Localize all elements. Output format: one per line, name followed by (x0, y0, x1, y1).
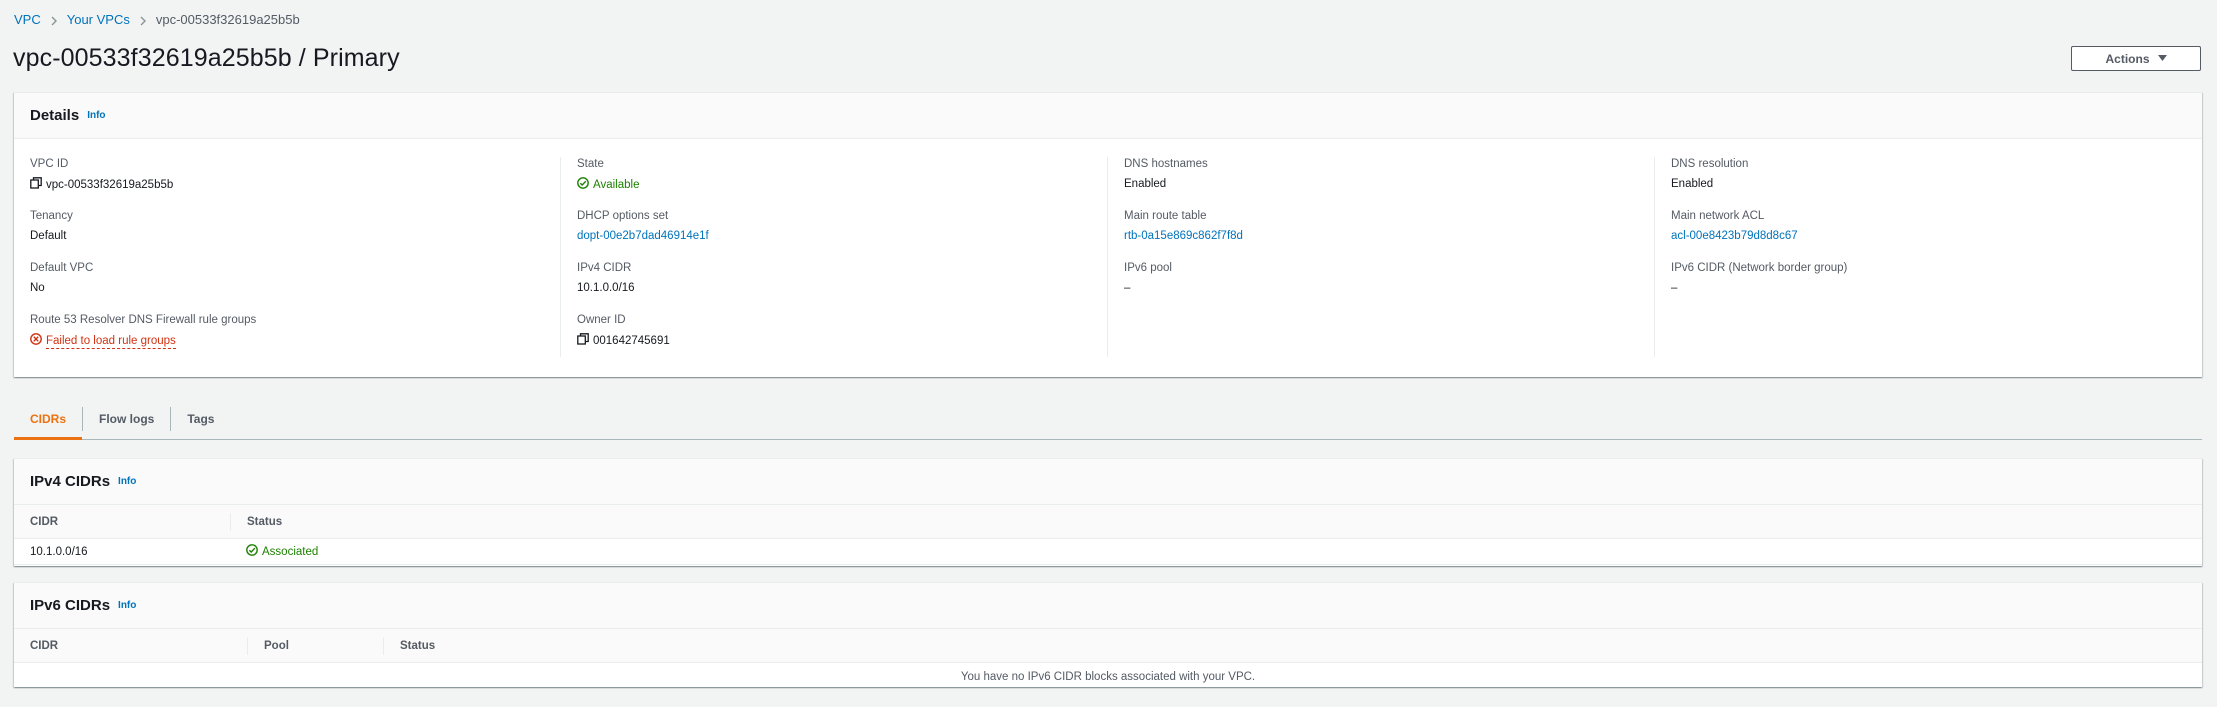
field-label: Tenancy (30, 210, 73, 222)
field-label: DNS resolution (1671, 158, 1749, 170)
status-text: Associated (262, 545, 319, 558)
dns-resolution-field: DNS resolution Enabled (1671, 157, 2202, 209)
owner-id-value: 001642745691 (593, 335, 670, 347)
dhcp-options-link[interactable]: dopt-00e2b7dad46914e1f (577, 229, 709, 243)
ipv6-cidrs-info-link[interactable]: Info (118, 600, 136, 611)
r53-error-text: Failed to load rule groups (46, 334, 176, 349)
tab-tags[interactable]: Tags (171, 399, 230, 439)
dns-hostnames-field: DNS hostnames Enabled (1124, 157, 1654, 209)
dhcp-value-wrap: dopt-00e2b7dad46914e1f (577, 229, 1107, 243)
details-column-4: DNS resolution Enabled Main network ACL … (1655, 157, 2202, 357)
ipv4-cidrs-panel: IPv4 CIDRs Info CIDR Status 10.1.0.0/16 … (14, 458, 2202, 566)
details-header: Details Info (14, 93, 2202, 139)
r53-firewall-value[interactable]: Failed to load rule groups (30, 333, 560, 349)
details-grid: VPC ID vpc-00533f32619a25b5b Tenancy Def… (14, 139, 2202, 357)
details-column-1: VPC ID vpc-00533f32619a25b5b Tenancy Def… (14, 157, 561, 357)
tabs: CIDRs Flow logs Tags (14, 400, 2202, 440)
status-cell: Associated (230, 544, 318, 559)
field-label: Route 53 Resolver DNS Firewall rule grou… (30, 314, 257, 326)
details-column-2: State Available DHCP options set dopt-00… (561, 157, 1108, 357)
details-info-link[interactable]: Info (87, 110, 105, 121)
ipv4-table-header: CIDR Status (14, 505, 2202, 539)
column-header-pool[interactable]: Pool (247, 636, 383, 655)
table-row: 10.1.0.0/16 Associated (14, 539, 2202, 565)
ipv6-cidrs-header: IPv6 CIDRs Info (14, 583, 2202, 629)
field-label: Default VPC (30, 262, 94, 274)
field-label: Owner ID (577, 314, 626, 326)
default-vpc-field: Default VPC No (30, 261, 560, 313)
page-title: vpc-00533f32619a25b5b / Primary (13, 44, 400, 72)
field-label: Main route table (1124, 210, 1207, 222)
breadcrumb-current: vpc-00533f32619a25b5b (155, 12, 300, 27)
breadcrumb-your-vpcs-link[interactable]: Your VPCs (67, 12, 130, 27)
field-value: 001642745691 (577, 333, 1107, 349)
state-value: Available (577, 177, 1107, 193)
field-value: vpc-00533f32619a25b5b (30, 177, 560, 193)
r53-firewall-field: Route 53 Resolver DNS Firewall rule grou… (30, 313, 560, 365)
caret-down-icon (2157, 55, 2167, 62)
state-field: State Available (577, 157, 1107, 209)
check-circle-icon (246, 544, 258, 559)
actions-button-label: Actions (2105, 51, 2150, 66)
ipv6-cidr-field: IPv6 CIDR (Network border group) – (1671, 261, 2202, 313)
ipv6-pool-field: IPv6 pool – (1124, 261, 1654, 313)
column-header-cidr[interactable]: CIDR (14, 637, 247, 655)
column-header-status[interactable]: Status (383, 636, 2202, 655)
dns-resolution-value: Enabled (1671, 178, 1714, 190)
ipv4-cidrs-title: IPv4 CIDRs (30, 473, 111, 490)
ipv6-cidrs-title: IPv6 CIDRs (30, 597, 111, 614)
copy-icon[interactable] (577, 333, 589, 349)
cidr-cell: 10.1.0.0/16 (30, 545, 88, 558)
field-label: IPv4 CIDR (577, 262, 632, 274)
tab-flow-logs[interactable]: Flow logs (83, 399, 170, 439)
actions-button[interactable]: Actions (2071, 46, 2201, 71)
tab-cidrs[interactable]: CIDRs (14, 399, 83, 440)
chevron-right-icon (41, 12, 67, 27)
ipv4-cidrs-info-link[interactable]: Info (118, 476, 136, 487)
main-network-acl-wrap: acl-00e8423b79d8d8c67 (1671, 229, 2202, 243)
ipv4-cidr-field: IPv4 CIDR 10.1.0.0/16 (577, 261, 1107, 313)
column-header-status[interactable]: Status (230, 512, 2202, 531)
main-route-table-wrap: rtb-0a15e869c862f7f8d (1124, 229, 1654, 243)
field-label: IPv6 CIDR (Network border group) (1671, 262, 1848, 274)
field-label: State (577, 158, 604, 170)
field-label: DHCP options set (577, 210, 669, 222)
ipv6-table-header: CIDR Pool Status (14, 629, 2202, 663)
ipv6-pool-value: – (1124, 282, 1131, 294)
owner-id-field: Owner ID 001642745691 (577, 313, 1107, 365)
ipv6-cidrs-panel: IPv6 CIDRs Info CIDR Pool Status You hav… (14, 582, 2202, 687)
main-network-acl-link[interactable]: acl-00e8423b79d8d8c67 (1671, 229, 1798, 243)
breadcrumb: VPC Your VPCs vpc-00533f32619a25b5b (14, 12, 300, 27)
ipv4-cidrs-header: IPv4 CIDRs Info (14, 459, 2202, 505)
main-route-table-field: Main route table rtb-0a15e869c862f7f8d (1124, 209, 1654, 261)
field-label: VPC ID (30, 158, 69, 170)
dns-hostnames-value: Enabled (1124, 178, 1167, 190)
ipv4-cidr-value: 10.1.0.0/16 (577, 282, 635, 294)
column-header-cidr[interactable]: CIDR (14, 513, 230, 531)
details-column-3: DNS hostnames Enabled Main route table r… (1108, 157, 1655, 357)
vpc-id-value: vpc-00533f32619a25b5b (46, 179, 174, 191)
tenancy-field: Tenancy Default (30, 209, 560, 261)
copy-icon[interactable] (30, 177, 42, 193)
empty-state-message: You have no IPv6 CIDR blocks associated … (960, 671, 1256, 683)
field-label: IPv6 pool (1124, 262, 1172, 274)
check-circle-icon (577, 177, 589, 193)
vpc-id-field: VPC ID vpc-00533f32619a25b5b (30, 157, 560, 209)
chevron-right-icon (130, 12, 156, 27)
main-route-table-link[interactable]: rtb-0a15e869c862f7f8d (1124, 229, 1243, 243)
breadcrumb-vpc-link[interactable]: VPC (14, 12, 41, 27)
error-icon (30, 333, 42, 349)
dhcp-field: DHCP options set dopt-00e2b7dad46914e1f (577, 209, 1107, 261)
state-text: Available (593, 179, 640, 191)
main-network-acl-field: Main network ACL acl-00e8423b79d8d8c67 (1671, 209, 2202, 261)
field-label: DNS hostnames (1124, 158, 1208, 170)
details-title: Details (30, 107, 80, 124)
ipv6-cidr-value: – (1671, 282, 1678, 294)
details-panel: Details Info VPC ID vpc-00533f32619a25b5… (14, 92, 2202, 377)
tenancy-value: Default (30, 230, 67, 242)
default-vpc-value: No (30, 282, 45, 294)
field-label: Main network ACL (1671, 210, 1765, 222)
